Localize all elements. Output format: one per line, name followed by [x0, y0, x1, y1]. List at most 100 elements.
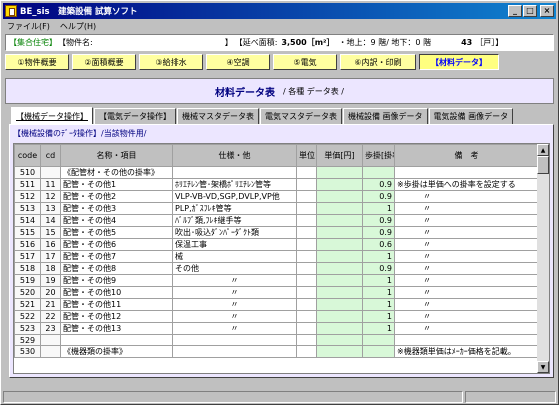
nav-material-data[interactable]: 【材料データ】 [419, 54, 499, 70]
cell-code[interactable]: 512 [14, 190, 41, 203]
cell-code[interactable]: 522 [14, 310, 41, 323]
cell-notes[interactable]: 〃 [394, 202, 539, 215]
cell-spec[interactable]: 〃 [172, 286, 297, 299]
cell-rate[interactable]: 1 [362, 274, 395, 287]
menu-help[interactable]: ヘルプ(H) [60, 21, 96, 32]
cell-name[interactable]: 配管・その他4 [60, 214, 173, 227]
cell-code[interactable]: 510 [14, 166, 41, 179]
cell-name[interactable]: 《機器類の掛率》 [60, 345, 173, 359]
cell-name[interactable]: 配管・その他10 [60, 286, 173, 299]
cell-cd[interactable]: 11 [40, 178, 61, 191]
cell-price[interactable] [316, 178, 363, 191]
cell-code[interactable]: 518 [14, 262, 41, 275]
cell-spec[interactable]: PLP,ｶﾞｽﾌﾚｷ管等 [172, 202, 297, 215]
nav-area-overview[interactable]: ②面積概要 [72, 54, 136, 70]
cell-cd[interactable]: 20 [40, 286, 61, 299]
cell-price[interactable] [316, 238, 363, 251]
tab-electrical-images[interactable]: 電気設備 画像データ [428, 108, 514, 124]
cell-code[interactable]: 519 [14, 274, 41, 287]
cell-price[interactable] [316, 298, 363, 311]
cell-price[interactable] [316, 262, 363, 275]
cell-cd[interactable] [40, 345, 61, 359]
cell-cd[interactable]: 23 [40, 322, 61, 335]
cell-code[interactable]: 521 [14, 298, 41, 311]
cell-price[interactable] [316, 250, 363, 263]
cell-price[interactable] [316, 333, 363, 347]
cell-notes[interactable]: 〃 [394, 226, 539, 239]
nav-breakdown-print[interactable]: ⑥内訳・印刷 [340, 54, 416, 70]
table-row[interactable]: 515 15 配管・その他5 吹出･吸込ﾀﾞﾝﾊﾟｰﾀﾞｸﾄ類 0.9 〃 [14, 226, 539, 239]
cell-price[interactable] [316, 166, 363, 179]
cell-rate[interactable]: 1 [362, 286, 395, 299]
cell-rate[interactable]: 1 [362, 250, 395, 263]
table-row[interactable]: 518 18 配管・その他8 その他 0.9 〃 [14, 262, 539, 275]
cell-price[interactable] [316, 310, 363, 323]
cell-unit[interactable] [296, 333, 317, 347]
cell-spec[interactable]: ﾊﾞﾙﾌﾞ類,ﾌﾚｷ継手等 [172, 214, 297, 227]
cell-rate[interactable]: 0.9 [362, 190, 395, 203]
cell-price[interactable] [316, 214, 363, 227]
cell-cd[interactable]: 14 [40, 214, 61, 227]
cell-name[interactable]: 配管・その他6 [60, 238, 173, 251]
cell-unit[interactable] [296, 166, 317, 179]
cell-code[interactable]: 514 [14, 214, 41, 227]
cell-name[interactable]: 配管・その他12 [60, 310, 173, 323]
table-row[interactable]: 514 14 配管・その他4 ﾊﾞﾙﾌﾞ類,ﾌﾚｷ継手等 0.9 〃 [14, 214, 539, 227]
table-row[interactable]: 510 《配管材・その他の掛率》 [14, 166, 539, 179]
cell-unit[interactable] [296, 322, 317, 335]
tab-mechanical-data[interactable]: 【機械データ操作】 [11, 107, 93, 124]
cell-unit[interactable] [296, 214, 317, 227]
cell-spec[interactable]: 保温工事 [172, 238, 297, 251]
cell-code[interactable]: 516 [14, 238, 41, 251]
cell-rate[interactable] [362, 345, 395, 359]
cell-name[interactable]: 配管・その他9 [60, 274, 173, 287]
tab-mechanical-images[interactable]: 機械設備 画像データ [343, 108, 428, 124]
cell-price[interactable] [316, 226, 363, 239]
nav-hvac[interactable]: ④空調 [206, 54, 270, 70]
cell-code[interactable]: 520 [14, 286, 41, 299]
col-spec[interactable]: 仕様・他 [172, 144, 297, 167]
cell-rate[interactable]: 0.9 [362, 226, 395, 239]
cell-unit[interactable] [296, 274, 317, 287]
minimize-button[interactable]: _ [508, 5, 522, 17]
cell-cd[interactable]: 21 [40, 298, 61, 311]
table-row[interactable]: 513 13 配管・その他3 PLP,ｶﾞｽﾌﾚｷ管等 1 〃 [14, 202, 539, 215]
cell-notes[interactable] [394, 333, 539, 347]
col-code[interactable]: code [14, 144, 41, 167]
maximize-button[interactable]: □ [523, 5, 537, 17]
cell-notes[interactable]: 〃 [394, 322, 539, 335]
col-price[interactable]: 単価[円] [316, 144, 363, 167]
cell-unit[interactable] [296, 286, 317, 299]
cell-rate[interactable]: 1 [362, 322, 395, 335]
cell-notes[interactable]: 〃 [394, 262, 539, 275]
cell-spec[interactable]: 〃 [172, 274, 297, 287]
cell-spec[interactable]: VLP-VB-VD,SGP,DVLP,VP他 [172, 190, 297, 203]
table-row[interactable]: 522 22 配管・その他12 〃 1 〃 [14, 310, 539, 323]
tab-electrical-master[interactable]: 電気マスタデータ表 [260, 108, 342, 124]
cell-notes[interactable]: 〃 [394, 214, 539, 227]
scroll-down-button[interactable]: ▼ [537, 361, 549, 373]
cell-unit[interactable] [296, 310, 317, 323]
cell-price[interactable] [316, 202, 363, 215]
table-row[interactable]: 530 《機器類の掛率》 ※機器類単価はﾒｰｶｰ価格を記載。 [14, 345, 539, 359]
cell-cd[interactable]: 22 [40, 310, 61, 323]
cell-rate[interactable]: 1 [362, 310, 395, 323]
cell-spec[interactable]: 吹出･吸込ﾀﾞﾝﾊﾟｰﾀﾞｸﾄ類 [172, 226, 297, 239]
cell-unit[interactable] [296, 226, 317, 239]
title-bar[interactable]: BE_sis 建築設備 試算ソフト _ □ × [3, 3, 556, 19]
cell-rate[interactable]: 0.9 [362, 178, 395, 191]
table-row[interactable]: 512 12 配管・その他2 VLP-VB-VD,SGP,DVLP,VP他 0.9 〃 [14, 190, 539, 203]
col-name[interactable]: 名称・項目 [60, 144, 173, 167]
cell-spec[interactable]: その他 [172, 262, 297, 275]
cell-name[interactable]: 配管・その他5 [60, 226, 173, 239]
cell-name[interactable]: 配管・その他8 [60, 262, 173, 275]
cell-rate[interactable] [362, 333, 395, 347]
nav-electrical[interactable]: ⑤電気 [273, 54, 337, 70]
cell-cd[interactable]: 18 [40, 262, 61, 275]
cell-code[interactable]: 517 [14, 250, 41, 263]
cell-spec[interactable]: 械 [172, 250, 297, 263]
cell-cd[interactable]: 12 [40, 190, 61, 203]
cell-code[interactable]: 529 [14, 333, 41, 347]
cell-notes[interactable] [394, 166, 539, 179]
cell-unit[interactable] [296, 298, 317, 311]
